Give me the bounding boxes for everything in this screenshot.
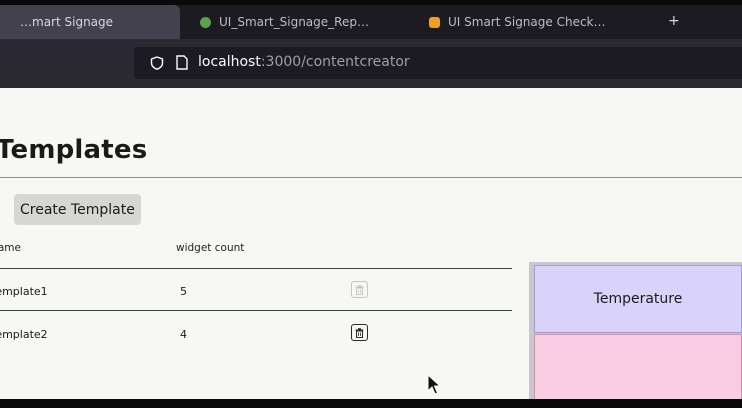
page-title: Templates — [0, 135, 148, 165]
url-host: localhost — [198, 54, 261, 70]
tab-favicon-icon — [200, 16, 211, 28]
preview-widget-secondary[interactable] — [534, 334, 742, 399]
table-row-name: template2 — [0, 328, 48, 341]
table-row-widget-count: 4 — [180, 328, 187, 341]
browser-tab-active[interactable]: …mart Signage — [0, 5, 180, 39]
trash-icon — [355, 327, 364, 338]
column-header-widget-count: widget count — [176, 242, 245, 254]
tab-fade — [625, 5, 665, 39]
browser-toolbar: localhost:3000/contentcreator — [0, 39, 742, 88]
create-template-button[interactable]: Create Template — [14, 194, 141, 225]
page-viewport: Templates Create Template Name widget co… — [0, 88, 742, 399]
delete-template2-button[interactable] — [351, 324, 368, 341]
widget-label: Temperature — [593, 291, 683, 307]
url-path: :3000/contentcreator — [260, 54, 410, 70]
shield-icon[interactable] — [150, 56, 164, 70]
trash-icon — [355, 284, 364, 295]
preview-widget-temperature[interactable]: Temperature — [534, 265, 742, 333]
url-text[interactable]: localhost:3000/contentcreator — [198, 54, 410, 70]
column-header-name: Name — [0, 242, 21, 254]
tab-fade — [370, 5, 410, 39]
delete-template1-button[interactable] — [351, 281, 368, 298]
tab-label: UI Smart Signage Check… — [448, 15, 606, 29]
table-row-name: template1 — [0, 285, 48, 298]
table-row-widget-count: 5 — [180, 285, 187, 298]
mouse-cursor-icon — [427, 374, 442, 395]
tab-favicon-icon — [429, 16, 440, 28]
tab-label: …mart Signage — [20, 15, 114, 29]
table-row-rule — [0, 310, 512, 311]
new-tab-icon[interactable]: + — [668, 13, 680, 29]
video-letterbox-bottom — [0, 399, 742, 408]
title-divider — [0, 177, 742, 178]
tab-label: UI_Smart_Signage_Rep… — [219, 15, 369, 29]
browser-tab-strip: …mart Signage UI_Smart_Signage_Rep… UI S… — [0, 5, 742, 39]
page-icon[interactable] — [176, 55, 188, 70]
table-header-rule — [0, 268, 512, 269]
address-bar[interactable]: localhost:3000/contentcreator — [134, 47, 742, 79]
